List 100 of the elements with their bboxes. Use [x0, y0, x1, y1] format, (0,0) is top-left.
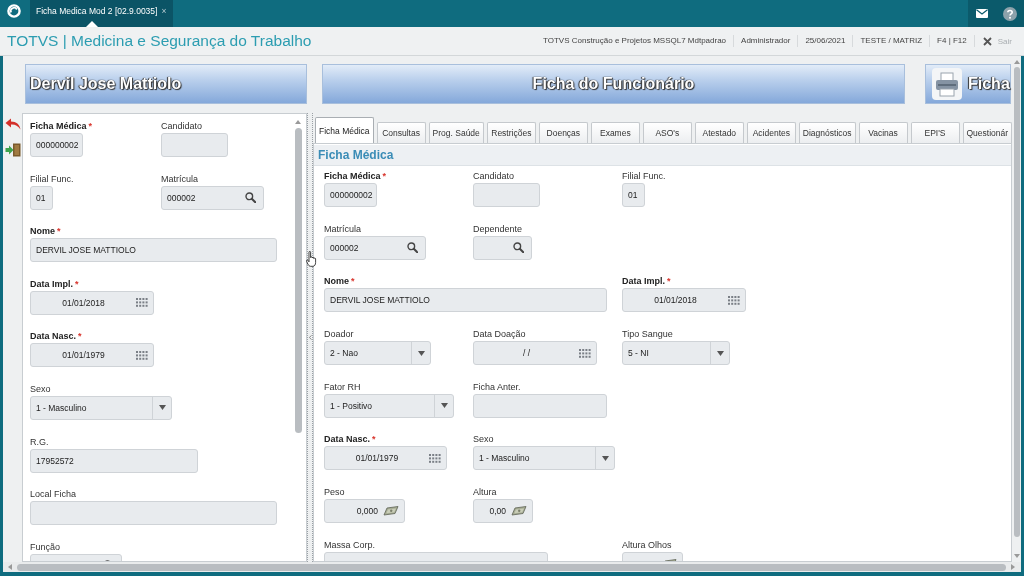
text-field[interactable]: 000000002 [30, 133, 83, 157]
calendar-icon[interactable] [136, 350, 148, 360]
field-label: Data Impl. * [30, 277, 79, 290]
field-label: Ficha Médica * [30, 120, 93, 132]
arrow-down-icon[interactable] [1013, 554, 1020, 558]
tab[interactable]: Doenças [538, 122, 588, 143]
tab[interactable]: Prog. Saúde [428, 122, 484, 143]
date-field[interactable]: 01/01/2018 [30, 290, 154, 315]
help-icon[interactable] [1003, 6, 1017, 21]
text-field[interactable] [161, 133, 228, 157]
field-label: Sexo [473, 433, 494, 446]
calendar-icon[interactable] [728, 295, 740, 305]
search-icon[interactable] [407, 242, 418, 254]
tab[interactable]: Ficha Médica [315, 117, 374, 143]
tab[interactable]: Acidentes [746, 122, 796, 143]
field-label: Sexo [30, 382, 51, 395]
banknote-icon[interactable] [511, 506, 527, 517]
text-field[interactable]: 01 [30, 185, 53, 210]
logo-icon[interactable] [7, 4, 21, 18]
dropdown[interactable]: 1 - Masculino [473, 446, 615, 471]
tab[interactable]: Atestado [694, 122, 744, 143]
field-label: Data Nasc. * [324, 433, 376, 446]
caret-down-icon [716, 350, 724, 356]
tab[interactable]: Restrições [486, 122, 536, 143]
field-label: Dependente [473, 222, 523, 235]
tab[interactable]: Vacinas [858, 122, 908, 143]
text-field[interactable]: 17952572 [30, 448, 198, 473]
printer-icon [932, 68, 962, 100]
field-label: Massa Corp. [324, 538, 376, 551]
field-label: Filial Func. [622, 170, 666, 182]
date-field[interactable]: 01/01/1979 [324, 446, 447, 471]
mail-icon[interactable] [976, 9, 988, 18]
caret-down-icon [601, 455, 609, 461]
dropdown[interactable]: 1 - Masculino [30, 395, 172, 420]
tab[interactable]: Exames [590, 122, 640, 143]
text-field[interactable]: 000000002 [324, 183, 377, 207]
text-field[interactable] [473, 183, 540, 207]
exit-door-icon[interactable] [4, 143, 21, 157]
field-label: Doador [324, 328, 354, 341]
scrollbar-thumb[interactable] [17, 563, 1006, 571]
tab[interactable]: EPI'S [910, 122, 960, 143]
dropdown[interactable]: 1 - Positivo [324, 393, 454, 418]
search-icon[interactable] [245, 192, 256, 204]
header-info-text: 25/06/2021 [798, 35, 854, 47]
calendar-icon[interactable] [136, 298, 148, 308]
field-label: Data Doação [473, 328, 526, 341]
dropdown[interactable]: 2 - Nao [324, 341, 431, 366]
app-tab[interactable]: Ficha Medica Mod 2 [02.9.0035] × [30, 0, 174, 27]
field-label: Tipo Sangue [622, 328, 673, 341]
header-info-text: F4 | F12 [930, 35, 975, 47]
number-field[interactable]: 0,000 [324, 499, 405, 524]
tab[interactable]: Questionár [962, 122, 1012, 143]
field-label: Candidato [161, 120, 203, 132]
field-label: Local Ficha [30, 488, 77, 501]
scrollbar-thumb[interactable] [1013, 67, 1020, 537]
field-label: Ficha Anter. [473, 380, 521, 393]
app-title: TOTVS | Medicina e Segurança do Trabalho [6, 32, 312, 50]
field-label: Ficha Médica * [324, 170, 387, 182]
search-icon[interactable] [513, 242, 524, 254]
arrow-up-icon[interactable] [1013, 60, 1020, 64]
chevron-left-icon [308, 335, 312, 340]
lookup-field[interactable] [473, 235, 532, 260]
tab[interactable]: Diagnósticos [798, 122, 856, 143]
date-field[interactable]: 01/01/2018 [622, 288, 746, 313]
arrow-left-icon[interactable] [8, 564, 12, 570]
undo-arrow-icon[interactable] [4, 118, 21, 130]
lookup-field[interactable]: 000002 [161, 185, 264, 210]
number-field[interactable]: 0,00 [473, 499, 533, 524]
caret-down-icon [417, 350, 425, 356]
arrow-right-icon[interactable] [1011, 564, 1015, 570]
field-label: Candidato [473, 170, 515, 182]
arrow-up-icon[interactable] [295, 120, 301, 124]
section-header: Ficha Médica [314, 145, 1011, 166]
triangle-icon [86, 21, 98, 27]
tab[interactable]: ASO's [642, 122, 692, 143]
date-field[interactable]: 01/01/1979 [30, 343, 154, 368]
text-field[interactable]: DERVIL JOSE MATTIOLO [30, 238, 277, 263]
banknote-icon[interactable] [383, 506, 399, 517]
text-field[interactable]: 01 [622, 183, 645, 207]
calendar-icon[interactable] [579, 348, 591, 358]
field-label: Peso [324, 486, 345, 499]
calendar-icon[interactable] [429, 453, 441, 463]
field-label: Altura [473, 486, 497, 499]
lookup-field[interactable]: 000002 [324, 235, 426, 260]
field-label: Função [30, 540, 61, 553]
caret-down-icon [158, 405, 166, 411]
text-field[interactable] [473, 393, 607, 418]
field-label: R.G. [30, 435, 49, 448]
field-label: Altura Olhos [622, 538, 672, 551]
field-label: Matrícula [324, 222, 361, 235]
text-field[interactable] [30, 501, 277, 526]
close-icon [982, 36, 992, 46]
horizontal-scrollbar[interactable] [3, 562, 1021, 572]
scrollbar-thumb[interactable] [294, 128, 302, 433]
header-info-text: TOTVS Construção e Projetos MSSQL7 Mdtpadrao [536, 35, 735, 47]
close-tab-button[interactable]: × [161, 6, 167, 16]
text-field[interactable]: DERVIL JOSE MATTIOLO [324, 288, 607, 313]
tab[interactable]: Consultas [376, 122, 426, 143]
date-field[interactable]: / / [473, 341, 597, 366]
dropdown[interactable]: 5 - NI [622, 341, 730, 366]
